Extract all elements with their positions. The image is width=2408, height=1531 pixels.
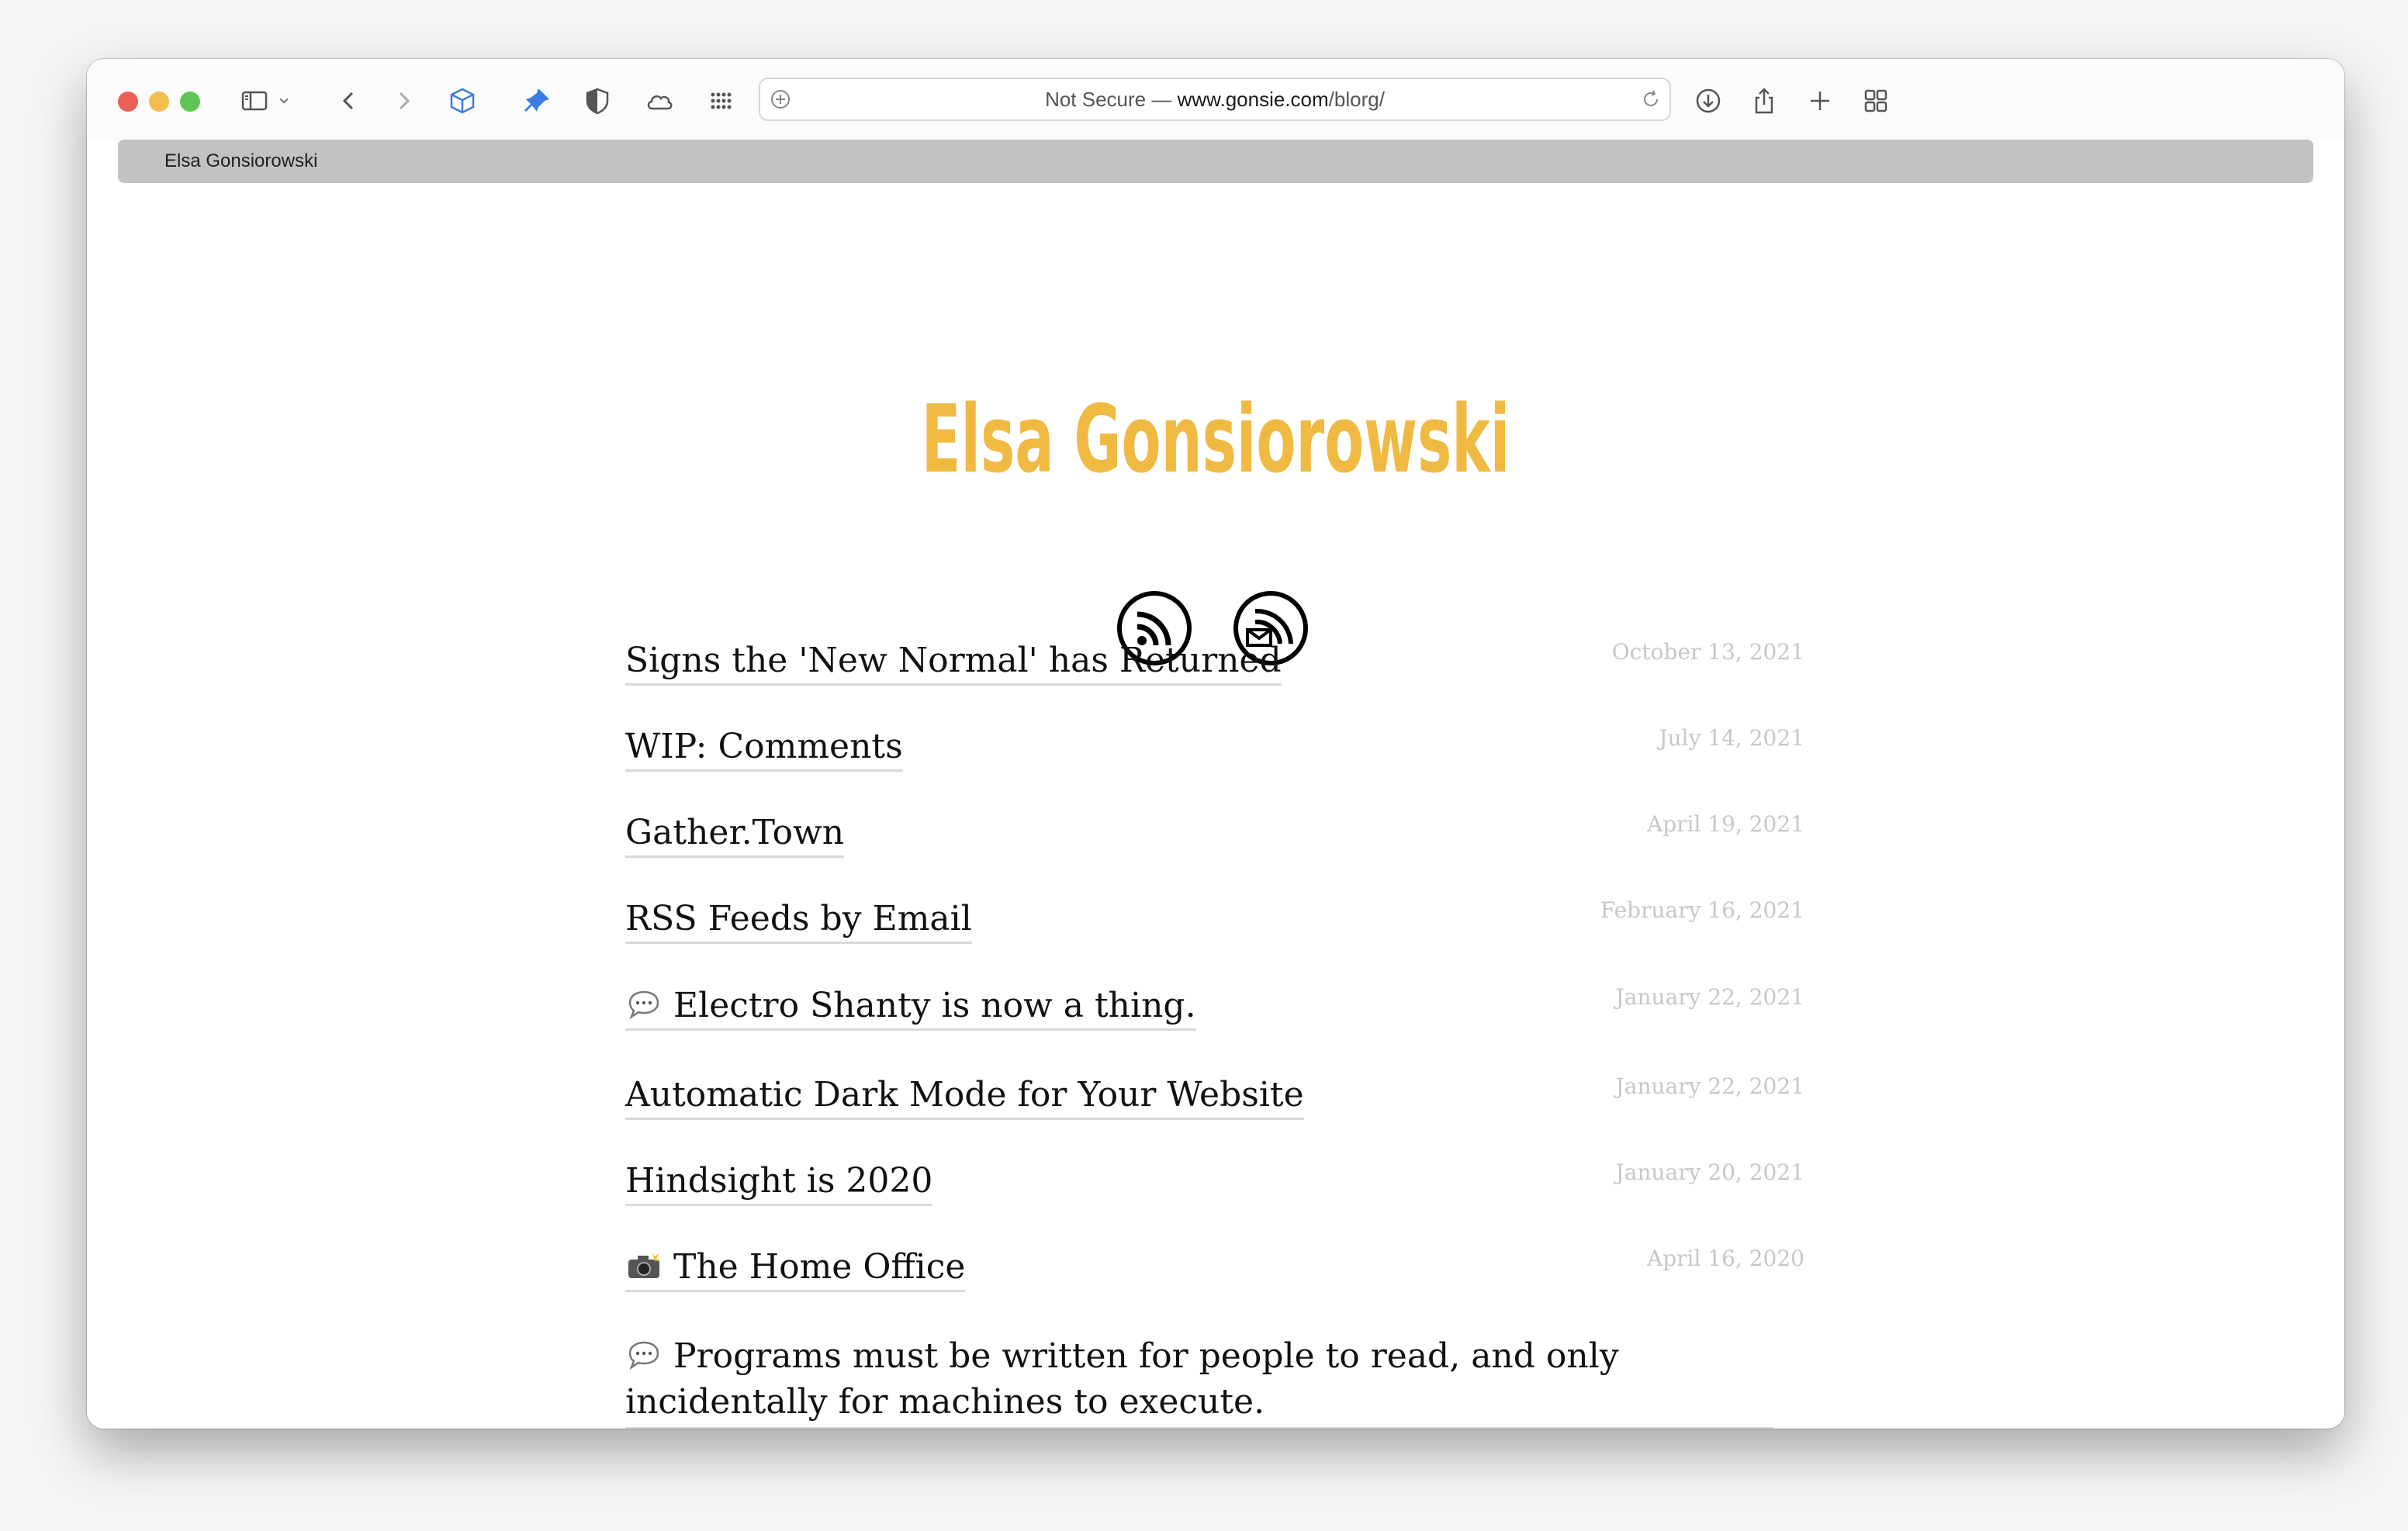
extension-grid-button[interactable] — [703, 82, 740, 119]
tab-overview-button[interactable] — [1857, 82, 1894, 119]
plus-icon — [1811, 92, 1829, 110]
share-button[interactable] — [1745, 82, 1783, 119]
extension-cloud-button[interactable] — [641, 82, 678, 119]
post-title-text: The Home Office — [673, 1247, 966, 1287]
post-date: February 16, 2021 — [1600, 897, 1804, 923]
post-item: Programs must be written for people to r… — [625, 1326, 1804, 1429]
post-item: Electro Shanty is now a thing. January 2… — [625, 978, 1804, 1040]
extension-cube-button[interactable] — [444, 82, 481, 119]
post-item: RSS Feeds by Email February 16, 2021 — [625, 891, 1804, 953]
post-item: Gather.Town April 19, 2021 — [625, 805, 1804, 867]
active-tab-title[interactable]: Elsa Gonsiorowski — [164, 140, 317, 183]
speech-bubble-icon — [628, 990, 659, 1020]
post-item: Automatic Dark Mode for Your Website Jan… — [625, 1067, 1804, 1129]
post-item: Signs the 'New Normal' has Returned Octo… — [625, 633, 1804, 695]
dot-grid-icon — [711, 92, 732, 109]
post-date: January 20, 2021 — [1615, 1159, 1804, 1185]
url-path: /blorg/ — [1328, 88, 1385, 111]
post-date: January 22, 2021 — [1615, 984, 1804, 1010]
address-bar[interactable]: Not Secure — www.gonsie.com/blorg/ — [759, 78, 1671, 121]
post-date: April 16, 2020 — [1646, 1246, 1804, 1271]
back-button[interactable] — [330, 82, 368, 119]
site-title[interactable]: Elsa Gonsiorowski — [516, 394, 1915, 487]
pushpin-icon — [524, 88, 549, 112]
reload-icon[interactable] — [1638, 87, 1663, 112]
post-link[interactable]: Automatic Dark Mode for Your Website — [625, 1073, 1304, 1120]
tab-group-menu-button[interactable] — [273, 82, 295, 119]
post-title-text: Programs must be written for people to r… — [625, 1336, 1619, 1422]
extension-pin-button[interactable] — [518, 82, 555, 119]
browser-toolbar: Not Secure — www.gonsie.com/blorg/ — [87, 59, 2344, 140]
zoom-window-button[interactable] — [180, 92, 200, 112]
forward-button[interactable] — [385, 82, 422, 119]
extension-shield-button[interactable] — [579, 82, 616, 119]
downloads-button[interactable] — [1690, 82, 1727, 119]
url-text[interactable]: Not Secure — www.gonsie.com/blorg/ — [760, 79, 1669, 119]
post-date: January 22, 2021 — [1615, 1073, 1804, 1099]
post-link[interactable]: Hindsight is 2020 — [625, 1159, 933, 1206]
shield-icon — [586, 88, 609, 115]
post-link[interactable]: WIP: Comments — [625, 725, 903, 772]
tab-bar: Elsa Gonsiorowski — [118, 140, 2313, 183]
post-item: The Home Office April 16, 2020 — [625, 1239, 1804, 1301]
tab-overview-icon — [1864, 89, 1887, 112]
post-link[interactable]: RSS Feeds by Email — [625, 897, 972, 944]
minimize-window-button[interactable] — [149, 92, 169, 112]
url-host: www.gonsie.com — [1177, 88, 1329, 111]
post-link[interactable]: Gather.Town — [625, 811, 845, 858]
cube-icon — [450, 88, 475, 114]
new-tab-button[interactable] — [1801, 82, 1839, 119]
post-link[interactable]: Electro Shanty is now a thing. — [625, 984, 1196, 1031]
page-content: Elsa Gonsiorowski Signs the 'New Normal'… — [87, 183, 2344, 1429]
post-date: July 14, 2021 — [1659, 725, 1804, 751]
chevron-right-icon — [399, 92, 410, 110]
post-item: WIP: Comments July 14, 2021 — [625, 719, 1804, 781]
sidebar-icon — [241, 91, 268, 111]
share-icon — [1755, 88, 1773, 114]
post-date: October 13, 2021 — [1611, 639, 1804, 665]
download-icon — [1696, 88, 1721, 113]
post-link[interactable]: The Home Office — [625, 1246, 966, 1292]
chevron-left-icon — [342, 92, 354, 110]
post-link[interactable]: Programs must be written for people to r… — [625, 1334, 1773, 1429]
browser-window: Not Secure — www.gonsie.com/blorg/ Elsa … — [87, 59, 2344, 1429]
post-link[interactable]: Signs the 'New Normal' has Returned — [625, 639, 1282, 686]
speech-bubble-icon — [628, 1341, 659, 1370]
post-title-text: Electro Shanty is now a thing. — [673, 986, 1196, 1025]
post-date: April 19, 2021 — [1646, 811, 1804, 837]
cloud-icon — [647, 95, 673, 110]
camera-flash-icon — [628, 1252, 661, 1278]
chevron-down-icon — [279, 98, 289, 104]
post-item: Hindsight is 2020 January 20, 2021 — [625, 1153, 1804, 1215]
security-label: Not Secure — — [1045, 88, 1178, 111]
close-window-button[interactable] — [118, 92, 138, 112]
sidebar-toggle-button[interactable] — [236, 82, 273, 119]
